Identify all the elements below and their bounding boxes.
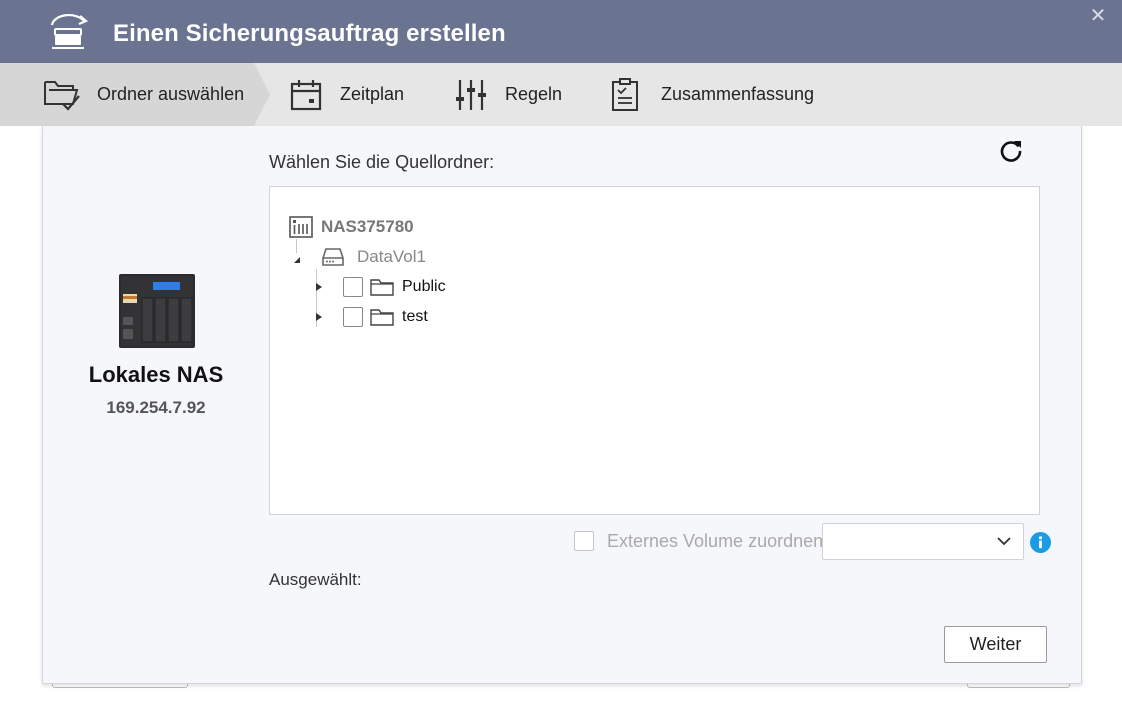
external-volume-option: Externes Volume zuordnen xyxy=(574,523,823,559)
step-label: Regeln xyxy=(505,84,563,104)
sliders-icon xyxy=(456,79,486,110)
nas-device-icon xyxy=(119,274,195,348)
folder-checkbox[interactable] xyxy=(343,307,363,327)
expand-arrow-icon[interactable] xyxy=(315,282,323,292)
tree-node-label: Public xyxy=(402,278,446,295)
tree-node-label: DataVol1 xyxy=(357,247,426,266)
device-ip: 169.254.7.92 xyxy=(106,398,206,417)
step-label: Zeitplan xyxy=(340,84,405,104)
folder-tree: NAS375780 DataVol1 Public test xyxy=(269,186,1040,515)
info-icon[interactable] xyxy=(1030,532,1051,553)
tree-node-root[interactable]: NAS375780 xyxy=(289,215,414,239)
external-volume-checkbox[interactable] xyxy=(574,531,594,551)
calendar-icon xyxy=(290,79,322,110)
tree-node-label: NAS375780 xyxy=(321,217,414,236)
step-label: Ordner auswählen xyxy=(97,84,245,104)
folder-icon xyxy=(370,309,394,326)
volume-icon xyxy=(322,248,344,266)
step-ordner-auswaehlen[interactable]: Ordner auswählen xyxy=(43,63,244,126)
selected-label: Ausgewählt: xyxy=(269,570,362,589)
step-regeln[interactable]: Regeln xyxy=(456,63,562,126)
tree-node-volume[interactable]: DataVol1 xyxy=(293,245,426,269)
folder-check-icon xyxy=(44,80,80,111)
next-button[interactable]: Weiter xyxy=(944,626,1047,663)
collapse-arrow-icon[interactable] xyxy=(293,256,301,264)
tree-node-label: test xyxy=(402,308,428,325)
device-name: Lokales NAS xyxy=(88,362,224,387)
source-folders-label: Wählen Sie die Quellordner: xyxy=(269,152,495,172)
nas-icon xyxy=(289,216,313,238)
tree-node-public[interactable]: Public xyxy=(315,275,446,299)
step-zusammenfassung[interactable]: Zusammenfassung xyxy=(611,63,814,126)
wizard-steps: Ordner auswählen Zeitplan Regeln Zusamme… xyxy=(0,63,1122,126)
window-title: Einen Sicherungsauftrag erstellen xyxy=(113,20,506,47)
clipboard-list-icon xyxy=(612,77,638,111)
backup-job-icon xyxy=(50,14,89,49)
expand-arrow-icon[interactable] xyxy=(315,312,323,322)
refresh-icon[interactable] xyxy=(998,138,1024,164)
external-volume-label: Externes Volume zuordnen xyxy=(607,530,824,551)
step-label: Zusammenfassung xyxy=(661,84,815,104)
folder-selection-panel: Lokales NAS 169.254.7.92 Wählen Sie die … xyxy=(42,126,1082,684)
external-volume-select[interactable] xyxy=(822,523,1024,560)
folder-checkbox[interactable] xyxy=(343,277,363,297)
chevron-down-icon xyxy=(997,537,1011,546)
folder-icon xyxy=(370,279,394,296)
title-bar: Einen Sicherungsauftrag erstellen ✕ xyxy=(0,0,1122,63)
close-icon[interactable]: ✕ xyxy=(1088,6,1108,26)
step-zeitplan[interactable]: Zeitplan xyxy=(290,63,404,126)
tree-node-test[interactable]: test xyxy=(315,305,428,329)
